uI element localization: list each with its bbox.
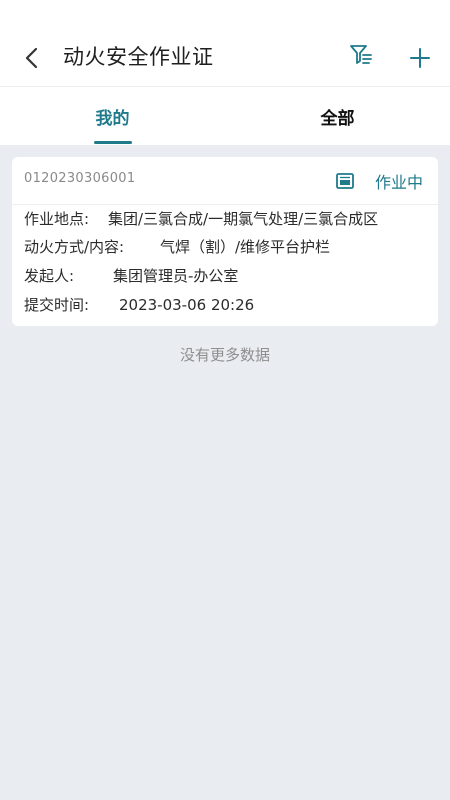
plus-icon [410,48,430,68]
permit-card[interactable]: 0120230306001 作业中 作业地点: 集团/三氯合成/一期氯气处理/三… [12,157,438,326]
tab-bar: 我的 全部 [0,87,450,145]
permit-card-header: 0120230306001 作业中 [12,157,438,205]
tab-all[interactable]: 全部 [225,87,450,145]
top-bar: 动火安全作业证 我的 全部 [0,0,450,145]
filter-icon [350,45,372,64]
add-button[interactable] [404,42,436,74]
initiator-label: 发起人: [24,267,75,285]
page-title: 动火安全作业证 [63,45,214,69]
permit-id: 0120230306001 [24,171,136,186]
location-label: 作业地点: [24,210,90,228]
certificate-icon [336,173,354,189]
location-value: 集团/三氯合成/一期氯气处理/三氯合成区 [108,210,379,228]
filter-button[interactable] [346,40,376,70]
header: 动火安全作业证 [0,30,450,86]
tab-mine[interactable]: 我的 [0,87,225,145]
list-end-text: 没有更多数据 [179,346,270,364]
back-button[interactable] [14,42,50,74]
submit-time-label: 提交时间: [24,296,90,314]
status-bar [0,0,450,30]
location-row: 作业地点: 集团/三氯合成/一期氯气处理/三氯合成区 [24,207,378,231]
initiator-row: 发起人: 集团管理员-办公室 [24,264,238,288]
submit-time-value: 2023-03-06 20:26 [119,296,255,314]
active-tab-indicator [94,141,132,144]
method-row: 动火方式/内容: 气焊（割）/维修平台护栏 [24,235,330,259]
method-label: 动火方式/内容: [24,238,125,256]
submit-time-row: 提交时间: 2023-03-06 20:26 [24,293,254,317]
chevron-left-icon [25,47,38,69]
method-value: 气焊（割）/维修平台护栏 [160,238,331,256]
permit-status: 作业中 [375,173,424,192]
initiator-value: 集团管理员-办公室 [113,267,239,285]
